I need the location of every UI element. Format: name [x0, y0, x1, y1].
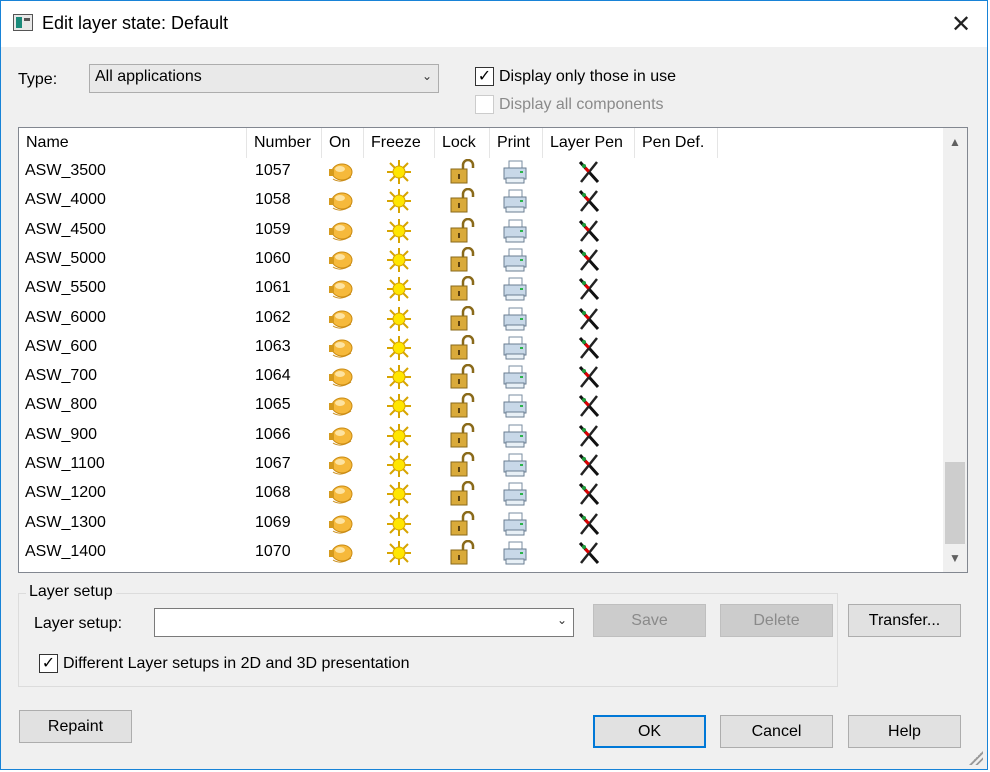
different-setups-checkbox[interactable]: ✓ — [39, 654, 58, 673]
layer-name: ASW_4500 — [25, 220, 106, 238]
close-icon: ✕ — [950, 10, 972, 38]
table-row[interactable]: ASW_900 1066 — [19, 422, 941, 451]
layer-name: ASW_6000 — [25, 308, 106, 326]
layer-name: ASW_1100 — [25, 455, 105, 472]
repaint-button[interactable]: Repaint — [19, 710, 132, 743]
table-row[interactable]: ASW_6000 1062 — [19, 305, 941, 334]
different-setups-label: Different Layer setups in 2D and 3D pres… — [63, 655, 410, 672]
window-title: Edit layer state: Default — [42, 13, 229, 33]
scroll-up-button[interactable]: ▲ — [943, 128, 967, 156]
scroll-down-button[interactable]: ▼ — [943, 544, 967, 572]
scrollbar-thumb[interactable] — [945, 462, 965, 544]
column-header-on[interactable]: On — [322, 128, 364, 158]
type-value: All applications — [95, 68, 202, 85]
column-header-lock[interactable]: Lock — [435, 128, 490, 158]
table-row[interactable]: ASW_1200 1068 — [19, 480, 941, 509]
layer-setup-label: Layer setup: — [34, 615, 123, 632]
layer-setup-combobox[interactable]: ⌄ — [154, 608, 574, 637]
table-row[interactable]: ASW_3500 1057 — [19, 158, 941, 187]
table-row[interactable]: ASW_1300 1069 — [19, 510, 941, 539]
ok-button[interactable]: OK — [593, 715, 706, 748]
table-row[interactable]: ASW_4500 1059 — [19, 217, 941, 246]
layer-name: ASW_600 — [25, 337, 98, 355]
chevron-down-icon: ⌄ — [556, 613, 567, 627]
layer-number: 1066 — [255, 425, 291, 443]
layer-name: ASW_5000 — [25, 249, 106, 267]
layer-number: 1059 — [255, 220, 291, 238]
column-header-pen-def[interactable]: Pen Def. — [635, 128, 718, 158]
column-header-layer-pen[interactable]: Layer Pen — [543, 128, 635, 158]
transfer-button[interactable]: Transfer... — [848, 604, 961, 637]
layer-name: ASW_3500 — [25, 162, 106, 179]
layer-number: 1061 — [255, 279, 291, 297]
layer-number: 1068 — [255, 484, 291, 502]
table-row[interactable]: ASW_800 1065 — [19, 392, 941, 421]
delete-button[interactable]: Delete — [720, 604, 833, 637]
column-header-name[interactable]: Name — [19, 128, 247, 158]
display-in-use-label: Display only those in use — [499, 68, 676, 85]
layer-name: ASW_800 — [25, 396, 98, 414]
type-combobox[interactable]: All applications ⌄ — [89, 64, 439, 93]
layer-name: ASW_900 — [25, 425, 98, 443]
layer-number: 1060 — [255, 249, 291, 267]
layer-name: ASW_1400 — [25, 542, 106, 560]
layer-name: ASW_1200 — [25, 484, 106, 502]
help-button[interactable]: Help — [848, 715, 961, 748]
layer-list[interactable]: Name Number On Freeze Lock Print Layer P… — [18, 127, 968, 573]
layer-name: ASW_1300 — [25, 513, 106, 531]
column-header-number[interactable]: Number — [247, 128, 322, 158]
save-button[interactable]: Save — [593, 604, 706, 637]
layer-number: 1058 — [255, 191, 291, 209]
layer-setup-group-title: Layer setup — [26, 583, 116, 601]
display-all-components-label: Display all components — [499, 96, 664, 113]
layer-number: 1057 — [255, 162, 291, 179]
type-label: Type: — [18, 71, 58, 88]
table-row[interactable]: ASW_5000 1060 — [19, 246, 941, 275]
display-in-use-checkbox[interactable]: ✓ — [475, 67, 494, 86]
layer-name: ASW_700 — [25, 367, 98, 385]
table-row[interactable]: ASW_1400 1070 — [19, 539, 941, 568]
display-all-components-checkbox[interactable] — [475, 95, 494, 114]
layer-name: ASW_5500 — [25, 279, 106, 297]
resize-grip-icon[interactable] — [969, 751, 983, 765]
cancel-button[interactable]: Cancel — [720, 715, 833, 748]
layer-number: 1067 — [255, 455, 291, 472]
table-row[interactable]: ASW_4000 1058 — [19, 187, 941, 216]
table-row[interactable]: ASW_700 1064 — [19, 363, 941, 392]
column-header-freeze[interactable]: Freeze — [364, 128, 435, 158]
title-bar[interactable]: Edit layer state: Default ✕ — [1, 1, 987, 47]
table-row[interactable]: ASW_5500 1061 — [19, 275, 941, 304]
layer-number: 1064 — [255, 367, 291, 385]
layer-number: 1062 — [255, 308, 291, 326]
vertical-scrollbar[interactable]: ▲ ▼ — [943, 128, 967, 572]
table-row[interactable]: ASW_600 1063 — [19, 334, 941, 363]
layer-number: 1065 — [255, 396, 291, 414]
edit-layer-state-dialog: Edit layer state: Default ✕ Type: All ap… — [0, 0, 988, 770]
layer-number: 1069 — [255, 513, 291, 531]
chevron-down-icon: ⌄ — [421, 69, 432, 83]
close-button[interactable]: ✕ — [941, 7, 981, 41]
column-header-print[interactable]: Print — [490, 128, 543, 158]
app-icon — [13, 14, 33, 31]
layer-number: 1063 — [255, 337, 291, 355]
layer-name: ASW_4000 — [25, 191, 106, 209]
table-row[interactable]: ASW_1100 1067 — [19, 451, 941, 480]
layer-number: 1070 — [255, 542, 291, 560]
